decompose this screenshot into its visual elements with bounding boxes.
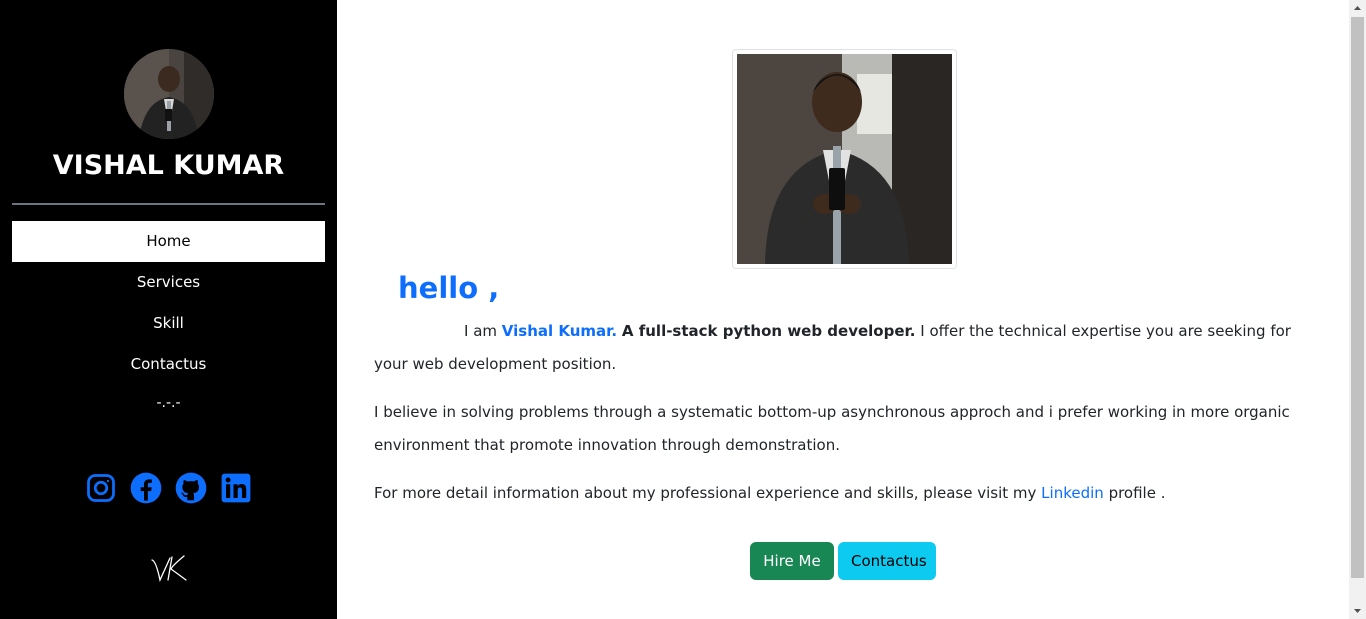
facebook-icon[interactable]: [129, 470, 163, 506]
scroll-down-arrow-icon[interactable]: [1349, 602, 1366, 619]
sidebar: VISHAL KUMAR Home Services Skill Contact…: [0, 0, 337, 619]
page-scrollbar[interactable]: [1349, 0, 1366, 619]
github-icon[interactable]: [174, 470, 208, 506]
nav-item-home[interactable]: Home: [12, 221, 325, 262]
nav-item-skill[interactable]: Skill: [12, 303, 325, 344]
nav-item-services[interactable]: Services: [12, 262, 325, 303]
instagram-icon[interactable]: [84, 470, 118, 506]
cta-buttons: Hire Me Contactus: [750, 542, 936, 580]
approach-paragraph: I believe in solving problems through a …: [374, 403, 1290, 454]
details-suffix: profile .: [1108, 484, 1166, 502]
intro-role: A full-stack python web developer.: [621, 322, 916, 340]
intro-prefix: I am: [464, 322, 497, 340]
greeting-heading: hello ,: [398, 271, 500, 305]
contactus-button[interactable]: Contactus: [838, 542, 936, 580]
scroll-up-arrow-icon[interactable]: [1349, 0, 1366, 17]
sidebar-nav: Home Services Skill Contactus: [12, 221, 325, 385]
profile-photo: [732, 49, 957, 269]
sidebar-name: VISHAL KUMAR: [52, 150, 285, 181]
linkedin-link[interactable]: Linkedin: [1041, 484, 1104, 502]
avatar: [124, 49, 214, 139]
nav-separator: -.-.-: [156, 395, 181, 411]
details-paragraph: For more detail information about my pro…: [374, 477, 1314, 510]
linkedin-icon[interactable]: [219, 470, 253, 506]
sidebar-divider: [12, 203, 325, 205]
scroll-thumb[interactable]: [1351, 17, 1364, 578]
intro-name: Vishal Kumar.: [501, 322, 618, 340]
main-content: hello , I am Vishal Kumar. A full-stack …: [337, 0, 1349, 619]
social-links: [84, 470, 253, 506]
details-prefix: For more detail information about my pro…: [374, 484, 1037, 502]
intro-paragraph: I am Vishal Kumar. A full-stack python w…: [374, 315, 1314, 381]
vk-logo: [148, 552, 190, 586]
nav-item-contactus[interactable]: Contactus: [12, 344, 325, 385]
hire-me-button[interactable]: Hire Me: [750, 542, 834, 580]
